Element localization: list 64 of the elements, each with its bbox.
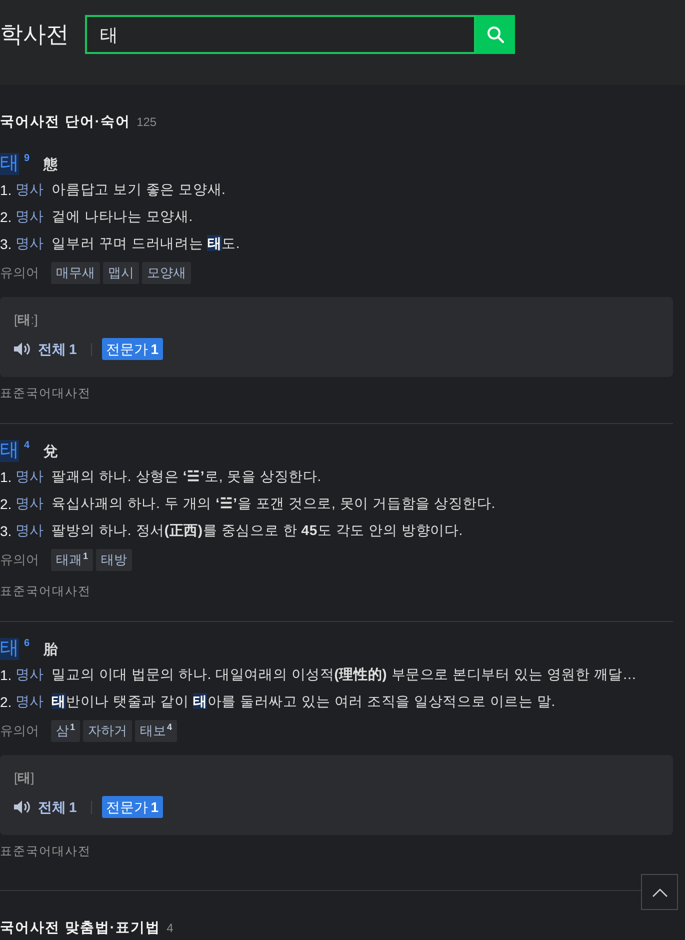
chevron-up-icon	[652, 888, 668, 896]
part-of-speech: 명사	[16, 666, 44, 684]
definition-number: 3.	[0, 522, 12, 538]
synonym-label: 유의어	[0, 551, 39, 569]
filter-tab[interactable]: 전문가 1	[102, 338, 163, 360]
definition-text: 일부러 꾸며 드러내려는 태도.	[52, 234, 240, 252]
synonym-tag[interactable]: 삼$^{1}$	[51, 720, 80, 742]
definition-text: 밀교의 이대 법문의 하나. 대일여래의 이성적(理性的) 부문으로 본디부터 있는 영원한 깨달…	[52, 666, 637, 684]
part-of-speech: 명사	[16, 522, 44, 540]
synonym-label: 유의어	[0, 264, 39, 282]
definition-number: 3.	[0, 236, 12, 252]
filter-tab[interactable]: 전체 1	[38, 796, 81, 818]
result-count: 125	[136, 114, 157, 131]
definition-text: 팔방의 하나. 정서(正西)를 중심으로 한 45도 각도 안의 방향이다.	[52, 522, 463, 540]
definition-number: 2.	[0, 496, 12, 512]
site-logo[interactable]: 학사전	[0, 21, 69, 47]
synonym-tag[interactable]: 맵시	[103, 262, 139, 284]
speaker-icon[interactable]	[14, 342, 31, 356]
definition-number: 1.	[0, 666, 12, 682]
synonym-label: 유의어	[0, 722, 39, 740]
homonym-number: 4	[24, 439, 30, 453]
part-of-speech: 명사	[16, 180, 44, 198]
speaker-icon[interactable]	[14, 800, 31, 814]
section-title: 국어사전 단어·숙어	[0, 112, 131, 131]
headword[interactable]: 태	[0, 440, 19, 462]
result-count: 4	[166, 920, 174, 937]
part-of-speech: 명사	[16, 468, 44, 486]
synonym-tag[interactable]: 태방	[96, 549, 132, 571]
definition-text: 팔괘의 하나. 상형은 ‘☱’로, 못을 상징한다.	[52, 468, 322, 486]
definition-text: 아름답고 보기 좋은 모양새.	[52, 180, 226, 198]
definition-number: 2.	[0, 208, 12, 224]
search-field[interactable]: 태	[85, 15, 476, 54]
search-icon	[487, 26, 504, 43]
definition-number: 1.	[0, 182, 12, 198]
definition-number: 1.	[0, 468, 12, 484]
filter-tab[interactable]: 전문가 1	[102, 796, 163, 818]
pronunciation-text: [태ː]	[14, 311, 38, 329]
synonym-tag[interactable]: 매무새	[51, 262, 100, 284]
headword[interactable]: 태	[0, 153, 19, 175]
synonym-tag[interactable]: 태보$^{4}$	[135, 720, 178, 742]
source-link[interactable]: 표준국어대사전	[0, 843, 91, 859]
hanja-text: 態	[44, 155, 58, 174]
synonym-tag[interactable]: 자하거	[83, 720, 132, 742]
filter-tab[interactable]: 전체 1	[38, 338, 81, 360]
synonym-tag[interactable]: 모양새	[142, 262, 191, 284]
synonym-tag[interactable]: 태괘$^{1}$	[51, 549, 94, 571]
definition-text: 태 반이나 탯줄과 같이 태 아를 둘러싸고 있는 여러 조직을 일상적으로 이르는 말.	[52, 692, 556, 710]
source-link[interactable]: 표준국어대사전	[0, 385, 91, 401]
definition-number: 2.	[0, 694, 12, 710]
headword[interactable]: 태	[0, 638, 19, 660]
homonym-number: 6	[24, 637, 30, 651]
source-link[interactable]: 표준국어대사전	[0, 583, 91, 599]
homonym-number: 9	[24, 152, 30, 166]
scroll-top-button[interactable]	[641, 874, 678, 910]
section-title: 국어사전 맞춤법·표기법	[0, 918, 161, 937]
pronunciation-text: [태]	[14, 769, 34, 787]
part-of-speech: 명사	[16, 494, 44, 512]
part-of-speech: 명사	[16, 208, 44, 226]
definition-text: 겉에 나타나는 모양새.	[52, 208, 193, 226]
definition-text: 육십사괘의 하나. 두 개의 ‘☱’을 포갠 것으로, 못이 거듭함을 상징한다.	[52, 494, 496, 512]
part-of-speech: 명사	[16, 234, 44, 252]
part-of-speech: 명사	[16, 692, 44, 710]
hanja-text: 胎	[44, 640, 58, 659]
hanja-text: 兌	[44, 442, 58, 461]
